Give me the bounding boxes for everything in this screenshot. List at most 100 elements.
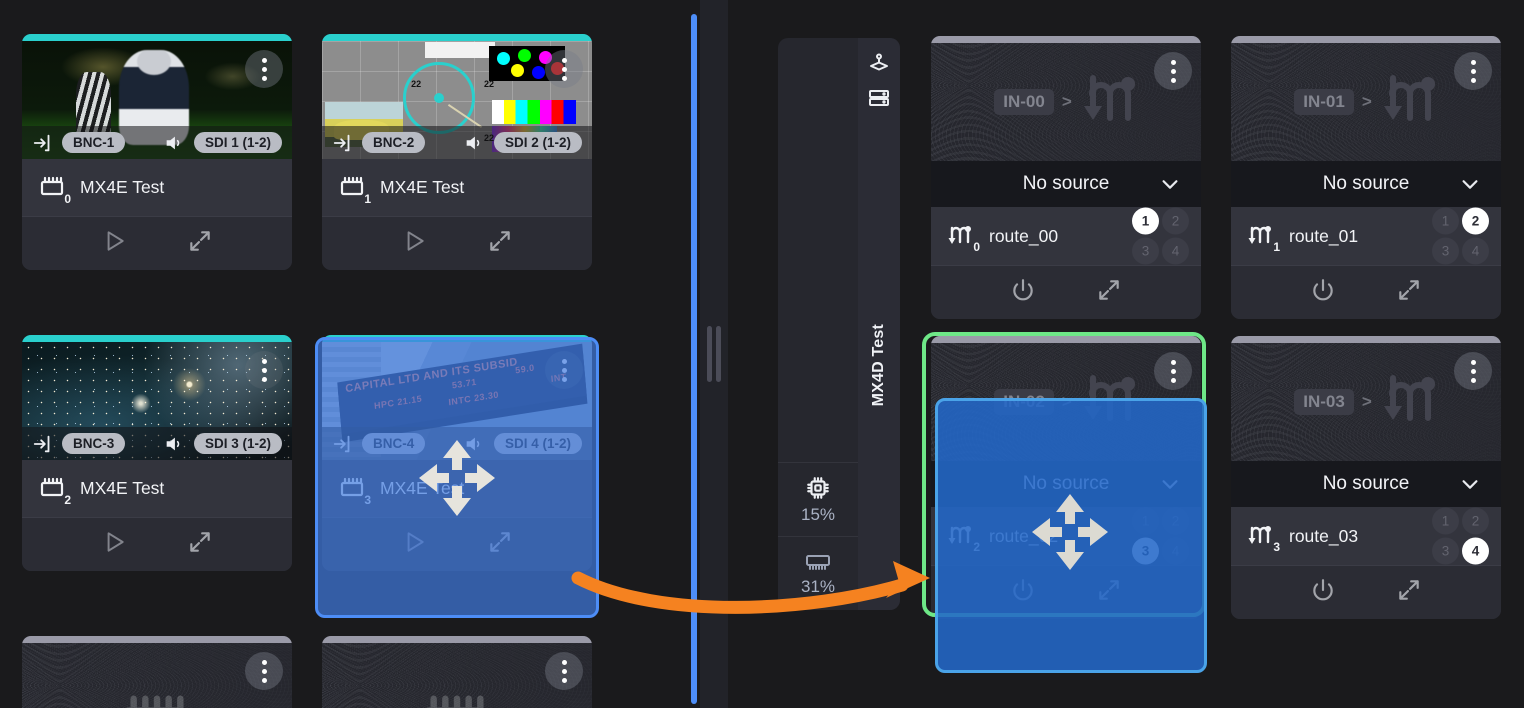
route-badge-2[interactable]: 2 — [1462, 507, 1489, 535]
route-badge-3[interactable]: 3 — [1132, 537, 1159, 565]
chevron-down-icon[interactable] — [1459, 173, 1481, 195]
route-index: 0 — [973, 240, 980, 254]
cpu-value: 15% — [800, 504, 836, 524]
route-badge-4[interactable]: 4 — [1462, 237, 1489, 265]
play-icon[interactable] — [101, 228, 127, 259]
card-menu-button[interactable] — [545, 50, 583, 88]
connector-chip[interactable]: BNC-2 — [362, 132, 426, 153]
route-badge-1[interactable]: 1 — [1132, 507, 1159, 535]
route-badge-1[interactable]: 1 — [1432, 207, 1459, 235]
expand-icon[interactable] — [187, 228, 213, 259]
source-label: No source — [1022, 473, 1110, 494]
card-device-row: 2 MX4E Test — [22, 460, 292, 517]
card-menu-button[interactable] — [245, 652, 283, 690]
input-card-5-partial[interactable] — [322, 636, 592, 708]
cpu-stat: 15% — [778, 462, 858, 536]
card-thumbnail[interactable]: 22 22 22 22 BNC-2 SDI 2 (1-2) — [322, 41, 592, 159]
route-badge-3[interactable]: 3 — [1432, 537, 1459, 565]
route-badge-4[interactable]: 4 — [1162, 537, 1189, 565]
play-icon[interactable] — [401, 228, 427, 259]
connector-chip[interactable]: BNC-1 — [62, 132, 126, 153]
card-thumbnail[interactable] — [22, 643, 292, 708]
expand-icon[interactable] — [1096, 277, 1122, 308]
power-icon[interactable] — [1310, 577, 1336, 608]
route-badge-4[interactable]: 4 — [1462, 537, 1489, 565]
route-card-0[interactable]: IN-00 > No source 0 route_00 1 2 3 4 — [931, 36, 1201, 319]
card-menu-button[interactable] — [545, 351, 583, 389]
route-badge-2[interactable]: 2 — [1162, 507, 1189, 535]
card-menu-button[interactable] — [545, 652, 583, 690]
input-card-4-partial[interactable] — [22, 636, 292, 708]
audio-chip[interactable]: SDI 2 (1-2) — [493, 132, 582, 153]
route-badges: 1 2 3 4 — [1432, 207, 1489, 265]
card-device-name: MX4E Test — [80, 478, 165, 498]
card-menu-button[interactable] — [1454, 352, 1492, 390]
device-label-column: MX4D Test — [858, 38, 900, 610]
audio-chip[interactable]: SDI 4 (1-2) — [493, 433, 582, 454]
input-tag: IN-02 — [994, 389, 1054, 415]
power-icon[interactable] — [1310, 277, 1336, 308]
panel-splitter-handle[interactable] — [700, 0, 728, 708]
source-selector[interactable]: No source — [1231, 461, 1501, 507]
audio-chip[interactable]: SDI 3 (1-2) — [193, 433, 282, 454]
card-index: 2 — [64, 492, 71, 507]
card-thumbnail[interactable]: CAPITAL LTD AND ITS SUBSID HPC 21.15 53.… — [322, 342, 592, 460]
input-card-2[interactable]: BNC-3 SDI 3 (1-2) 2 MX4E Test — [22, 335, 292, 571]
source-selector[interactable]: No source — [931, 161, 1201, 207]
expand-icon[interactable] — [1096, 577, 1122, 608]
expand-icon[interactable] — [487, 529, 513, 560]
play-icon[interactable] — [101, 529, 127, 560]
route-flow-icon — [1383, 375, 1435, 421]
input-tag: IN-00 — [994, 89, 1054, 115]
route-card-1[interactable]: IN-01 > No source 1 route_01 1 2 3 4 — [1231, 36, 1501, 319]
route-badge-2[interactable]: 2 — [1162, 207, 1189, 235]
connector-chip[interactable]: BNC-4 — [362, 433, 426, 454]
connector-chip[interactable]: BNC-3 — [62, 433, 126, 454]
chevron-down-icon[interactable] — [1159, 473, 1181, 495]
memory-icon — [806, 554, 830, 570]
route-badge-1[interactable]: 1 — [1432, 507, 1459, 535]
expand-icon[interactable] — [487, 228, 513, 259]
chevron-down-icon[interactable] — [1159, 173, 1181, 195]
chevron-down-icon[interactable] — [1459, 473, 1481, 495]
audio-chip[interactable]: SDI 1 (1-2) — [193, 132, 282, 153]
card-thumbnail[interactable]: BNC-1 SDI 1 (1-2) — [22, 41, 292, 159]
route-badge-4[interactable]: 4 — [1162, 237, 1189, 265]
card-device-name: MX4E Test — [380, 478, 465, 498]
server-rack-icon[interactable] — [867, 86, 891, 110]
route-card-3[interactable]: IN-03 > No source 3 route_03 1 2 3 4 — [1231, 336, 1501, 619]
expand-icon[interactable] — [1396, 277, 1422, 308]
input-card-3[interactable]: CAPITAL LTD AND ITS SUBSID HPC 21.15 53.… — [322, 335, 592, 571]
power-icon[interactable] — [1010, 277, 1036, 308]
route-card-2[interactable]: IN-02 > No source 2 route_02 1 2 3 4 — [931, 336, 1201, 619]
route-badge-3[interactable]: 3 — [1132, 237, 1159, 265]
memory-stat: 31% — [778, 536, 858, 610]
route-badge-1[interactable]: 1 — [1132, 207, 1159, 235]
input-card-1[interactable]: 22 22 22 22 BNC-2 SDI 2 (1-2) — [322, 34, 592, 270]
expand-icon[interactable] — [187, 529, 213, 560]
card-accent-bar — [1231, 36, 1501, 43]
card-thumbnail[interactable] — [322, 643, 592, 708]
source-selector[interactable]: No source — [1231, 161, 1501, 207]
source-selector[interactable]: No source — [931, 461, 1201, 507]
power-icon[interactable] — [1010, 577, 1036, 608]
vertical-scrollbar[interactable] — [691, 14, 697, 704]
card-index: 3 — [364, 492, 371, 507]
card-menu-button[interactable] — [1154, 352, 1192, 390]
expand-icon[interactable] — [1396, 577, 1422, 608]
card-thumbnail[interactable]: BNC-3 SDI 3 (1-2) — [22, 342, 292, 460]
route-badge-2[interactable]: 2 — [1462, 207, 1489, 235]
card-menu-button[interactable] — [1154, 52, 1192, 90]
play-icon[interactable] — [401, 529, 427, 560]
route-thumbnail: IN-03 > — [1231, 343, 1501, 461]
joystick-icon[interactable] — [867, 52, 891, 76]
card-accent-bar — [322, 34, 592, 41]
input-card-0[interactable]: BNC-1 SDI 1 (1-2) 0 MX4E Test — [22, 34, 292, 270]
card-menu-button[interactable] — [245, 351, 283, 389]
input-tag: IN-03 — [1294, 389, 1354, 415]
route-badge-3[interactable]: 3 — [1432, 237, 1459, 265]
route-separator: > — [1361, 92, 1372, 111]
card-menu-button[interactable] — [1454, 52, 1492, 90]
input-arrow-icon — [33, 435, 50, 452]
card-menu-button[interactable] — [245, 50, 283, 88]
